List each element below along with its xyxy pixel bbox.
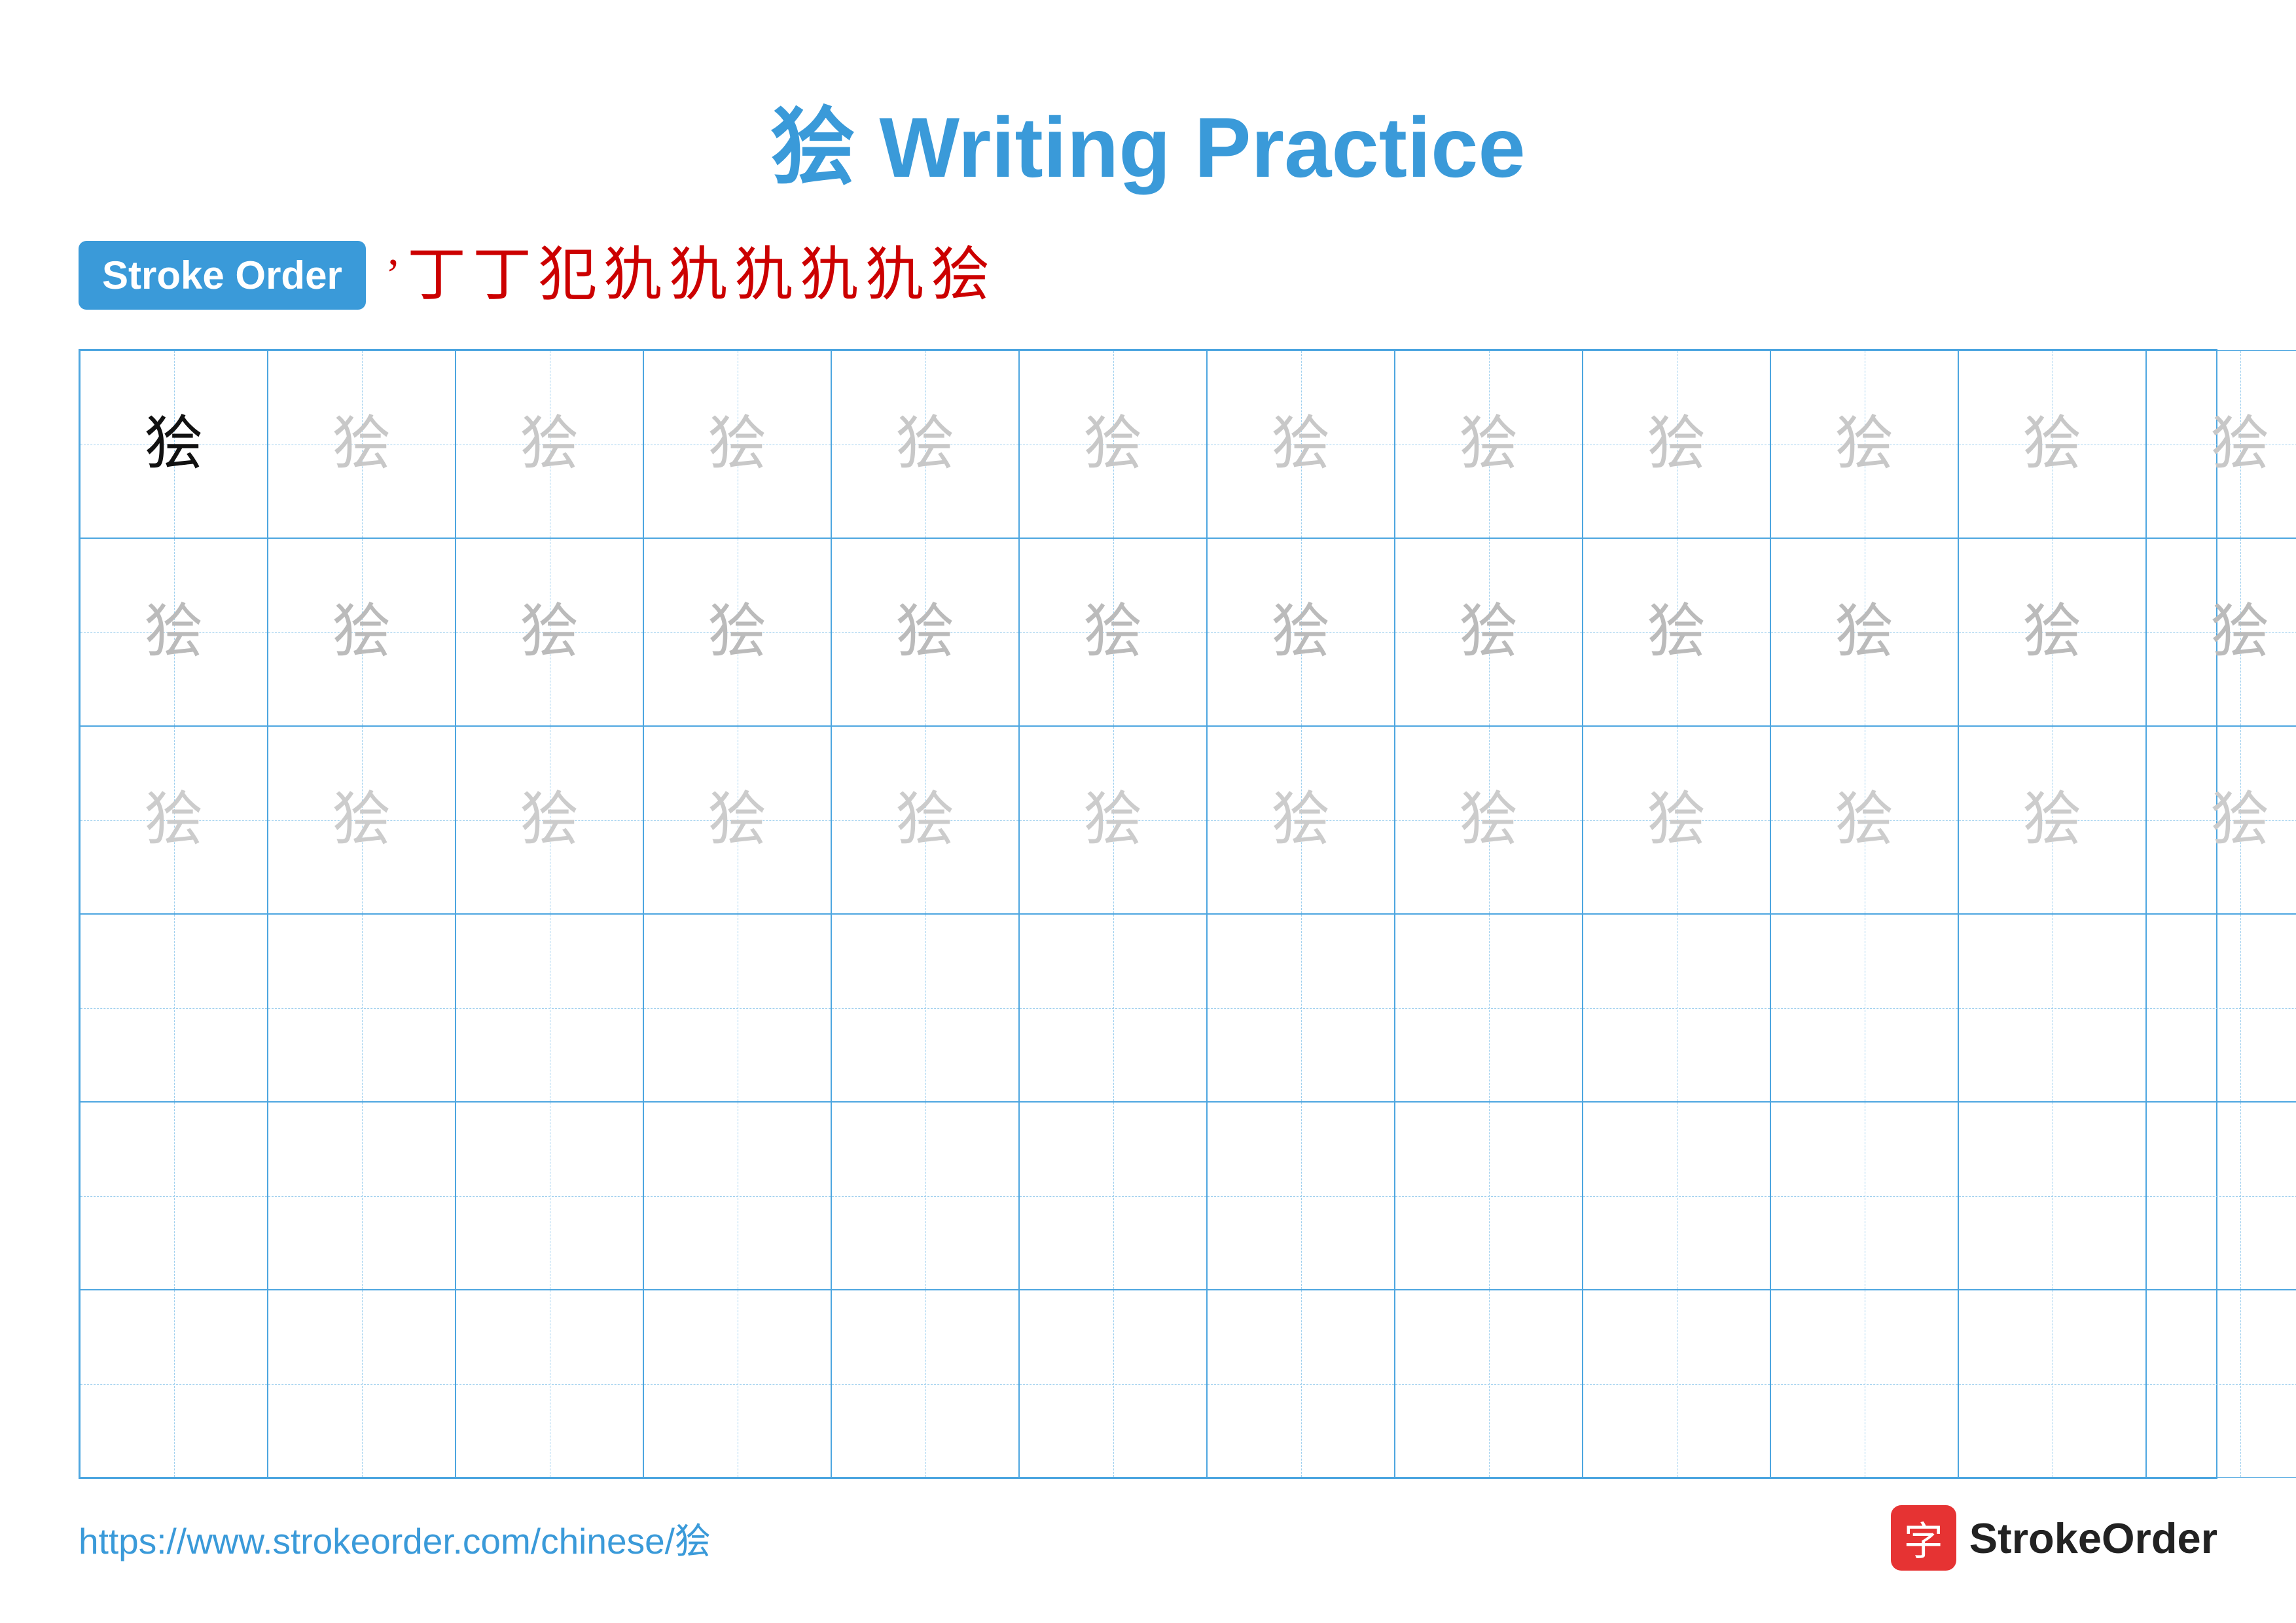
stroke-4: 犯 bbox=[538, 246, 597, 305]
grid-cell[interactable]: 狯 bbox=[1583, 350, 1770, 538]
grid-cell[interactable]: 狯 bbox=[1207, 350, 1395, 538]
footer: https://www.strokeorder.com/chinese/狯 字 … bbox=[79, 1505, 2217, 1571]
grid-cell[interactable]: 狯 bbox=[1958, 350, 2146, 538]
grid-cell[interactable]: 狯 bbox=[1207, 538, 1395, 726]
grid-cell[interactable] bbox=[268, 1102, 456, 1290]
grid-cell[interactable] bbox=[80, 1290, 268, 1478]
logo-text: StrokeOrder bbox=[1969, 1514, 2217, 1563]
grid-cell[interactable] bbox=[1770, 1290, 1958, 1478]
footer-logo: 字 StrokeOrder bbox=[1891, 1505, 2217, 1571]
grid-cell[interactable] bbox=[831, 1290, 1019, 1478]
grid-cell[interactable]: 狯 bbox=[831, 726, 1019, 914]
grid-cell[interactable]: 狯 bbox=[2146, 350, 2296, 538]
grid-cell[interactable]: 狯 bbox=[80, 350, 268, 538]
logo-icon: 字 bbox=[1891, 1505, 1956, 1571]
grid-cell[interactable]: 狯 bbox=[1770, 726, 1958, 914]
grid-cell[interactable]: 狯 bbox=[1770, 538, 1958, 726]
logo-icon-char: 字 bbox=[1904, 1510, 1943, 1567]
grid-cell[interactable]: 狯 bbox=[1583, 538, 1770, 726]
stroke-2: 丁 bbox=[407, 246, 466, 305]
grid-cell[interactable] bbox=[1207, 1102, 1395, 1290]
stroke-sequence: ’ 丁 丁 犯 犰 犰 犰 犰 犰 狯 bbox=[386, 246, 990, 305]
grid-cell[interactable] bbox=[268, 914, 456, 1102]
grid-cell[interactable]: 狯 bbox=[1583, 726, 1770, 914]
grid-cell[interactable]: 狯 bbox=[80, 538, 268, 726]
grid-cell[interactable] bbox=[1958, 914, 2146, 1102]
grid-cell[interactable]: 狯 bbox=[1395, 538, 1583, 726]
grid-cell[interactable] bbox=[831, 1102, 1019, 1290]
grid-cell[interactable]: 狯 bbox=[1019, 538, 1207, 726]
stroke-order-row: Stroke Order ’ 丁 丁 犯 犰 犰 犰 犰 犰 狯 bbox=[79, 241, 2217, 310]
grid-cell[interactable] bbox=[1583, 1290, 1770, 1478]
practice-grid: 狯狯狯狯狯狯狯狯狯狯狯狯狯狯狯狯狯狯狯狯狯狯狯狯狯狯狯狯狯狯狯狯狯狯狯狯狯狯狯 bbox=[79, 349, 2217, 1479]
grid-cell[interactable]: 狯 bbox=[80, 726, 268, 914]
grid-cell[interactable]: 狯 bbox=[1958, 726, 2146, 914]
grid-cell[interactable]: 狯 bbox=[456, 350, 643, 538]
grid-cell[interactable]: 狯 bbox=[831, 538, 1019, 726]
grid-cell[interactable]: 狯 bbox=[456, 726, 643, 914]
stroke-10: 狯 bbox=[931, 246, 990, 305]
grid-cell[interactable] bbox=[1395, 914, 1583, 1102]
grid-cell[interactable] bbox=[2146, 914, 2296, 1102]
grid-cell[interactable]: 狯 bbox=[1770, 350, 1958, 538]
grid-cell[interactable] bbox=[1395, 1290, 1583, 1478]
grid-cell[interactable] bbox=[1207, 1290, 1395, 1478]
grid-cell[interactable] bbox=[456, 1102, 643, 1290]
grid-cell[interactable]: 狯 bbox=[1958, 538, 2146, 726]
grid-cell[interactable] bbox=[2146, 1102, 2296, 1290]
grid-cell[interactable] bbox=[1583, 914, 1770, 1102]
page: 狯 Writing Practice Stroke Order ’ 丁 丁 犯 … bbox=[0, 0, 2296, 1623]
stroke-1: ’ bbox=[386, 253, 401, 299]
grid-cell[interactable]: 狯 bbox=[643, 350, 831, 538]
grid-cell[interactable] bbox=[831, 914, 1019, 1102]
grid-cell[interactable]: 狯 bbox=[456, 538, 643, 726]
grid-cell[interactable]: 狯 bbox=[1395, 726, 1583, 914]
grid-cell[interactable]: 狯 bbox=[831, 350, 1019, 538]
grid-cell[interactable]: 狯 bbox=[643, 726, 831, 914]
grid-cell[interactable] bbox=[1019, 1102, 1207, 1290]
grid-cell[interactable] bbox=[1395, 1102, 1583, 1290]
grid-cell[interactable] bbox=[643, 1102, 831, 1290]
stroke-8: 犰 bbox=[800, 246, 859, 305]
grid-cell[interactable] bbox=[456, 1290, 643, 1478]
grid-cell[interactable]: 狯 bbox=[268, 350, 456, 538]
grid-cell[interactable] bbox=[1958, 1102, 2146, 1290]
grid-cell[interactable]: 狯 bbox=[1395, 350, 1583, 538]
grid-cell[interactable] bbox=[1770, 1102, 1958, 1290]
grid-cell[interactable]: 狯 bbox=[1207, 726, 1395, 914]
grid-cell[interactable]: 狯 bbox=[268, 726, 456, 914]
grid-cell[interactable] bbox=[643, 914, 831, 1102]
grid-cell[interactable] bbox=[80, 914, 268, 1102]
grid-cell[interactable] bbox=[456, 914, 643, 1102]
grid-cell[interactable] bbox=[2146, 1290, 2296, 1478]
stroke-7: 犰 bbox=[734, 246, 793, 305]
grid-cell[interactable] bbox=[643, 1290, 831, 1478]
stroke-6: 犰 bbox=[669, 246, 728, 305]
grid-cell[interactable] bbox=[1583, 1102, 1770, 1290]
grid-cell[interactable] bbox=[1770, 914, 1958, 1102]
page-title: 狯 Writing Practice bbox=[79, 79, 2217, 202]
grid-cell[interactable]: 狯 bbox=[1019, 350, 1207, 538]
stroke-9: 犰 bbox=[865, 246, 924, 305]
grid-cell[interactable]: 狯 bbox=[1019, 726, 1207, 914]
stroke-5: 犰 bbox=[603, 246, 662, 305]
grid-cell[interactable] bbox=[1019, 914, 1207, 1102]
grid-cell[interactable] bbox=[1019, 1290, 1207, 1478]
stroke-3: 丁 bbox=[473, 246, 531, 305]
grid-cell[interactable] bbox=[80, 1102, 268, 1290]
footer-url: https://www.strokeorder.com/chinese/狯 bbox=[79, 1512, 711, 1564]
grid-cell[interactable] bbox=[1958, 1290, 2146, 1478]
grid-cell[interactable] bbox=[268, 1290, 456, 1478]
grid-cell[interactable] bbox=[1207, 914, 1395, 1102]
grid-cell[interactable]: 狯 bbox=[2146, 538, 2296, 726]
grid-cell[interactable]: 狯 bbox=[643, 538, 831, 726]
stroke-order-badge: Stroke Order bbox=[79, 241, 366, 310]
grid-cell[interactable]: 狯 bbox=[2146, 726, 2296, 914]
grid-cell[interactable]: 狯 bbox=[268, 538, 456, 726]
